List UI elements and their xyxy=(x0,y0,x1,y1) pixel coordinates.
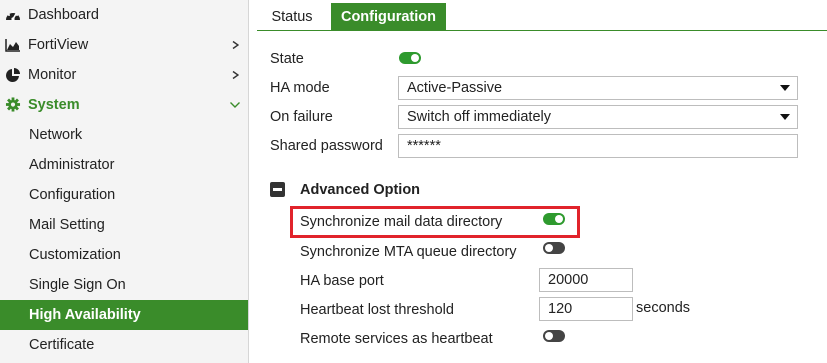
sidebar-item-label: Mail Setting xyxy=(29,217,105,233)
ha-mode-select[interactable]: Active-Passive xyxy=(398,76,798,100)
dashboard-icon xyxy=(6,11,20,21)
sidebar-item-configuration[interactable]: Configuration xyxy=(0,180,248,210)
chart-icon xyxy=(5,39,20,52)
sidebar-item-label: FortiView xyxy=(28,37,89,53)
pie-chart-icon xyxy=(6,68,20,82)
sidebar-item-label: Certificate xyxy=(29,337,95,353)
collapse-advanced-icon[interactable] xyxy=(270,182,285,197)
ha-base-port-input[interactable]: 20000 xyxy=(539,268,633,292)
sidebar: Dashboard FortiView Monitor System Netwo… xyxy=(0,0,249,363)
tab-status[interactable]: Status xyxy=(257,3,327,31)
chevron-down-icon xyxy=(230,102,240,108)
heartbeat-threshold-input[interactable]: 120 xyxy=(539,297,633,321)
sidebar-item-fortiview[interactable]: FortiView xyxy=(0,30,248,60)
shared-password-input[interactable]: ****** xyxy=(398,134,798,158)
state-label: State xyxy=(270,51,304,67)
sidebar-item-label: Administrator xyxy=(29,157,115,173)
sidebar-item-label: High Availability xyxy=(29,307,141,323)
sidebar-item-mail-setting[interactable]: Mail Setting xyxy=(0,210,248,240)
dropdown-arrow-icon xyxy=(780,85,790,91)
sync-mail-label: Synchronize mail data directory xyxy=(300,214,503,230)
heartbeat-threshold-value: 120 xyxy=(548,301,573,317)
sidebar-item-high-availability[interactable]: High Availability xyxy=(0,300,248,330)
ha-base-port-value: 20000 xyxy=(548,272,589,288)
ha-mode-value: Active-Passive xyxy=(407,80,503,96)
gear-icon xyxy=(5,97,21,112)
on-failure-label: On failure xyxy=(270,109,333,125)
sidebar-item-customization[interactable]: Customization xyxy=(0,240,248,270)
ha-mode-label: HA mode xyxy=(270,80,330,96)
sidebar-item-label: Configuration xyxy=(29,187,116,203)
remote-heartbeat-toggle[interactable] xyxy=(543,330,565,342)
sidebar-item-label: Single Sign On xyxy=(29,277,126,293)
sidebar-item-system[interactable]: System xyxy=(0,90,248,120)
sidebar-item-single-sign-on[interactable]: Single Sign On xyxy=(0,270,248,300)
sidebar-item-label: System xyxy=(28,97,80,113)
sidebar-item-label: Customization xyxy=(29,247,121,263)
sidebar-item-label: Monitor xyxy=(28,67,77,83)
shared-password-label: Shared password xyxy=(270,138,383,154)
sidebar-item-dashboard[interactable]: Dashboard xyxy=(0,0,248,30)
chevron-right-icon xyxy=(232,40,239,50)
on-failure-select[interactable]: Switch off immediately xyxy=(398,105,798,129)
chevron-right-icon xyxy=(232,70,239,80)
shared-password-value: ****** xyxy=(407,138,441,154)
tab-configuration[interactable]: Configuration xyxy=(331,3,446,31)
sync-mta-label: Synchronize MTA queue directory xyxy=(300,244,517,260)
sync-mta-toggle[interactable] xyxy=(543,242,565,254)
sidebar-item-administrator[interactable]: Administrator xyxy=(0,150,248,180)
state-toggle[interactable] xyxy=(399,52,421,64)
on-failure-value: Switch off immediately xyxy=(407,109,551,125)
ha-base-port-label: HA base port xyxy=(300,273,384,289)
sync-mail-toggle[interactable] xyxy=(543,213,565,225)
sidebar-item-network[interactable]: Network xyxy=(0,120,248,150)
heartbeat-unit: seconds xyxy=(636,300,691,316)
sidebar-item-certificate[interactable]: Certificate xyxy=(0,330,248,360)
sidebar-item-label: Dashboard xyxy=(28,7,99,23)
advanced-option-title: Advanced Option xyxy=(300,182,421,198)
sidebar-item-monitor[interactable]: Monitor xyxy=(0,60,248,90)
dropdown-arrow-icon xyxy=(780,114,790,120)
remote-heartbeat-label: Remote services as heartbeat xyxy=(300,331,493,347)
tab-divider xyxy=(257,30,827,31)
heartbeat-threshold-label: Heartbeat lost threshold xyxy=(300,302,454,318)
sidebar-item-label: Network xyxy=(29,127,83,143)
